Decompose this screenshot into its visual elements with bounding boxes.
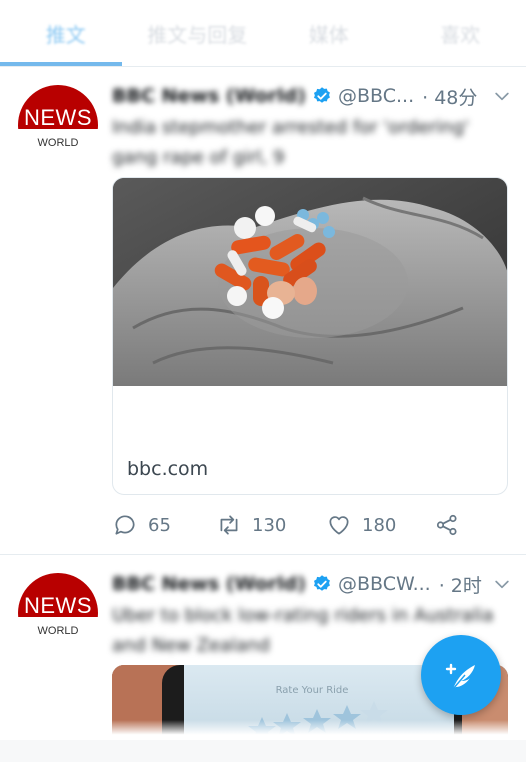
card-domain[interactable]: bbc.com: [127, 458, 208, 480]
share-icon: [436, 514, 457, 536]
like-count: 180: [362, 514, 397, 536]
verified-badge-icon: [313, 575, 330, 591]
card-image: [113, 178, 507, 386]
tab-likes[interactable]: 喜欢: [395, 0, 526, 66]
tweet-actions: 65 130 180: [112, 511, 508, 539]
tab-media[interactable]: 媒体: [263, 0, 395, 66]
retweet-button[interactable]: 130: [216, 512, 326, 538]
tweet-header: BBC News (World) @BBCW... · 2时: [112, 569, 512, 599]
chevron-down-icon[interactable]: [492, 574, 512, 594]
tweet[interactable]: NEWS WORLD BBC News (World) @BBC... · 48…: [0, 67, 526, 555]
reply-count: 65: [148, 514, 171, 536]
reply-icon: [115, 515, 135, 535]
profile-tabs: 推文 推文与回复 媒体 喜欢: [0, 0, 526, 67]
tweet-timestamp[interactable]: · 48分: [422, 83, 477, 110]
display-name[interactable]: BBC News (World): [112, 573, 306, 595]
avatar-world-text: WORLD: [37, 625, 79, 637]
like-button[interactable]: 180: [326, 512, 434, 538]
avatar-world-text: WORLD: [37, 137, 79, 149]
compose-tweet-button[interactable]: [421, 635, 501, 715]
chevron-down-icon[interactable]: [492, 86, 512, 106]
user-handle[interactable]: @BBC...: [338, 85, 414, 107]
avatar[interactable]: NEWS WORLD: [18, 573, 98, 653]
avatar[interactable]: NEWS WORLD: [18, 85, 98, 165]
user-handle[interactable]: @BBCW...: [338, 573, 431, 595]
verified-badge-icon: [313, 87, 330, 103]
link-card[interactable]: bbc.com: [112, 177, 508, 495]
retweet-icon: [220, 515, 238, 535]
avatar-news-text: NEWS: [24, 105, 92, 130]
avatar-news-text: NEWS: [24, 593, 92, 618]
retweet-count: 130: [252, 514, 287, 536]
tweet-header: BBC News (World) @BBC... · 48分: [112, 81, 512, 111]
tab-tweets-and-replies[interactable]: 推文与回复: [132, 0, 264, 66]
bottom-bar: [0, 740, 526, 762]
display-name[interactable]: BBC News (World): [112, 85, 306, 107]
share-button[interactable]: [434, 512, 460, 538]
card-caption: Rate Your Ride: [276, 685, 349, 696]
like-icon: [329, 516, 349, 535]
active-tab-indicator: [0, 62, 122, 66]
tab-tweets[interactable]: 推文: [0, 0, 132, 66]
tweet-timestamp[interactable]: · 2时: [439, 571, 482, 598]
compose-tweet-icon: [445, 663, 475, 690]
reply-button[interactable]: 65: [112, 512, 216, 538]
tweet-text: India stepmother arrested for 'ordering'…: [112, 117, 470, 168]
